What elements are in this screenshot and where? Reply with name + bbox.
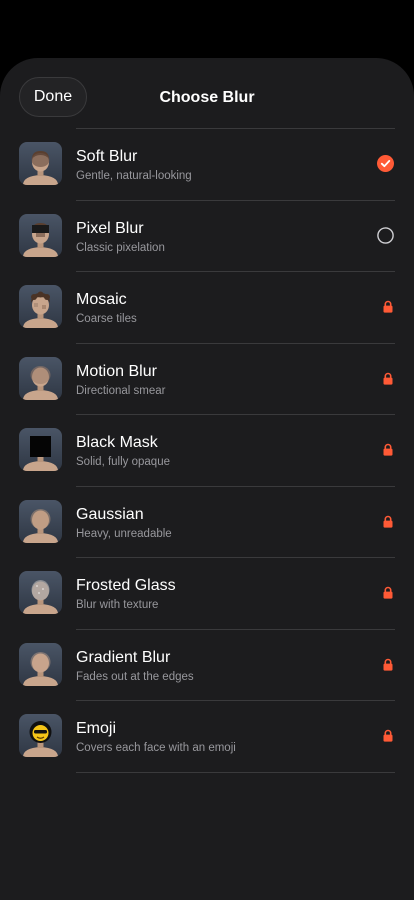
blur-option-gaussian[interactable]: Gaussian Heavy, unreadable bbox=[0, 487, 414, 558]
lock-icon bbox=[383, 658, 393, 671]
option-subtitle: Gentle, natural-looking bbox=[76, 170, 192, 182]
emoji-thumbnail bbox=[19, 714, 62, 757]
blur-option-black-mask[interactable]: Black Mask Solid, fully opaque bbox=[0, 415, 414, 486]
option-title: Gradient Blur bbox=[76, 648, 171, 666]
option-title: Mosaic bbox=[76, 291, 127, 308]
lock-icon bbox=[383, 300, 393, 313]
option-title: Emoji bbox=[76, 720, 117, 737]
pixel-blur-thumbnail bbox=[19, 213, 62, 257]
lock-icon bbox=[383, 443, 393, 456]
gradient-blur-thumbnail bbox=[19, 642, 62, 686]
option-title: Gaussian bbox=[76, 505, 144, 523]
lock-icon bbox=[383, 372, 393, 385]
option-subtitle: Directional smear bbox=[76, 384, 166, 397]
blur-picker-sheet: Done Choose Blur Soft Blur Gentle, natura… bbox=[0, 58, 414, 900]
blur-option-soft-blur[interactable]: Soft Blur Gentle, natural-looking bbox=[0, 129, 414, 200]
blur-option-mosaic[interactable]: Mosaic Coarse tiles bbox=[0, 272, 414, 343]
blur-option-motion-blur[interactable]: Motion Blur Directional smear bbox=[0, 344, 414, 415]
blur-option-pixel-blur[interactable]: Pixel Blur Classic pixelation bbox=[0, 201, 414, 272]
radio-unselected-icon bbox=[377, 226, 394, 244]
blur-option-emoji[interactable]: Emoji Covers each face with an emoji bbox=[0, 701, 414, 772]
option-title: Motion Blur bbox=[76, 362, 157, 380]
option-title: Pixel Blur bbox=[76, 219, 144, 237]
blur-option-frosted-glass[interactable]: Frosted Glass Blur with texture bbox=[0, 558, 414, 629]
sheet-header: Done Choose Blur bbox=[0, 58, 414, 138]
option-subtitle: Fades out at the edges bbox=[76, 670, 194, 683]
divider bbox=[76, 771, 395, 773]
motion-blur-thumbnail bbox=[19, 356, 62, 400]
option-title: Black Mask bbox=[76, 434, 158, 451]
option-subtitle: Heavy, unreadable bbox=[76, 527, 172, 540]
option-subtitle: Solid, fully opaque bbox=[76, 456, 170, 468]
lock-icon bbox=[383, 729, 393, 742]
option-title: Soft Blur bbox=[76, 148, 138, 165]
option-subtitle: Classic pixelation bbox=[76, 241, 165, 254]
black-mask-thumbnail bbox=[19, 428, 62, 471]
soft-blur-thumbnail bbox=[19, 142, 62, 185]
option-subtitle: Covers each face with an emoji bbox=[76, 742, 236, 754]
blur-options-list: Soft Blur Gentle, natural-looking Pixel Bl… bbox=[0, 128, 414, 773]
mosaic-thumbnail bbox=[19, 285, 62, 328]
sheet-title: Choose Blur bbox=[159, 89, 255, 106]
option-subtitle: Coarse tiles bbox=[76, 313, 137, 325]
frosted-glass-thumbnail bbox=[19, 571, 62, 614]
lock-icon bbox=[383, 515, 393, 528]
option-subtitle: Blur with texture bbox=[76, 599, 159, 611]
option-title: Frosted Glass bbox=[76, 577, 176, 594]
gaussian-thumbnail bbox=[19, 499, 62, 543]
lock-icon bbox=[383, 586, 393, 599]
checkmark-icon bbox=[377, 155, 394, 172]
blur-option-gradient-blur[interactable]: Gradient Blur Fades out at the edges bbox=[0, 630, 414, 701]
